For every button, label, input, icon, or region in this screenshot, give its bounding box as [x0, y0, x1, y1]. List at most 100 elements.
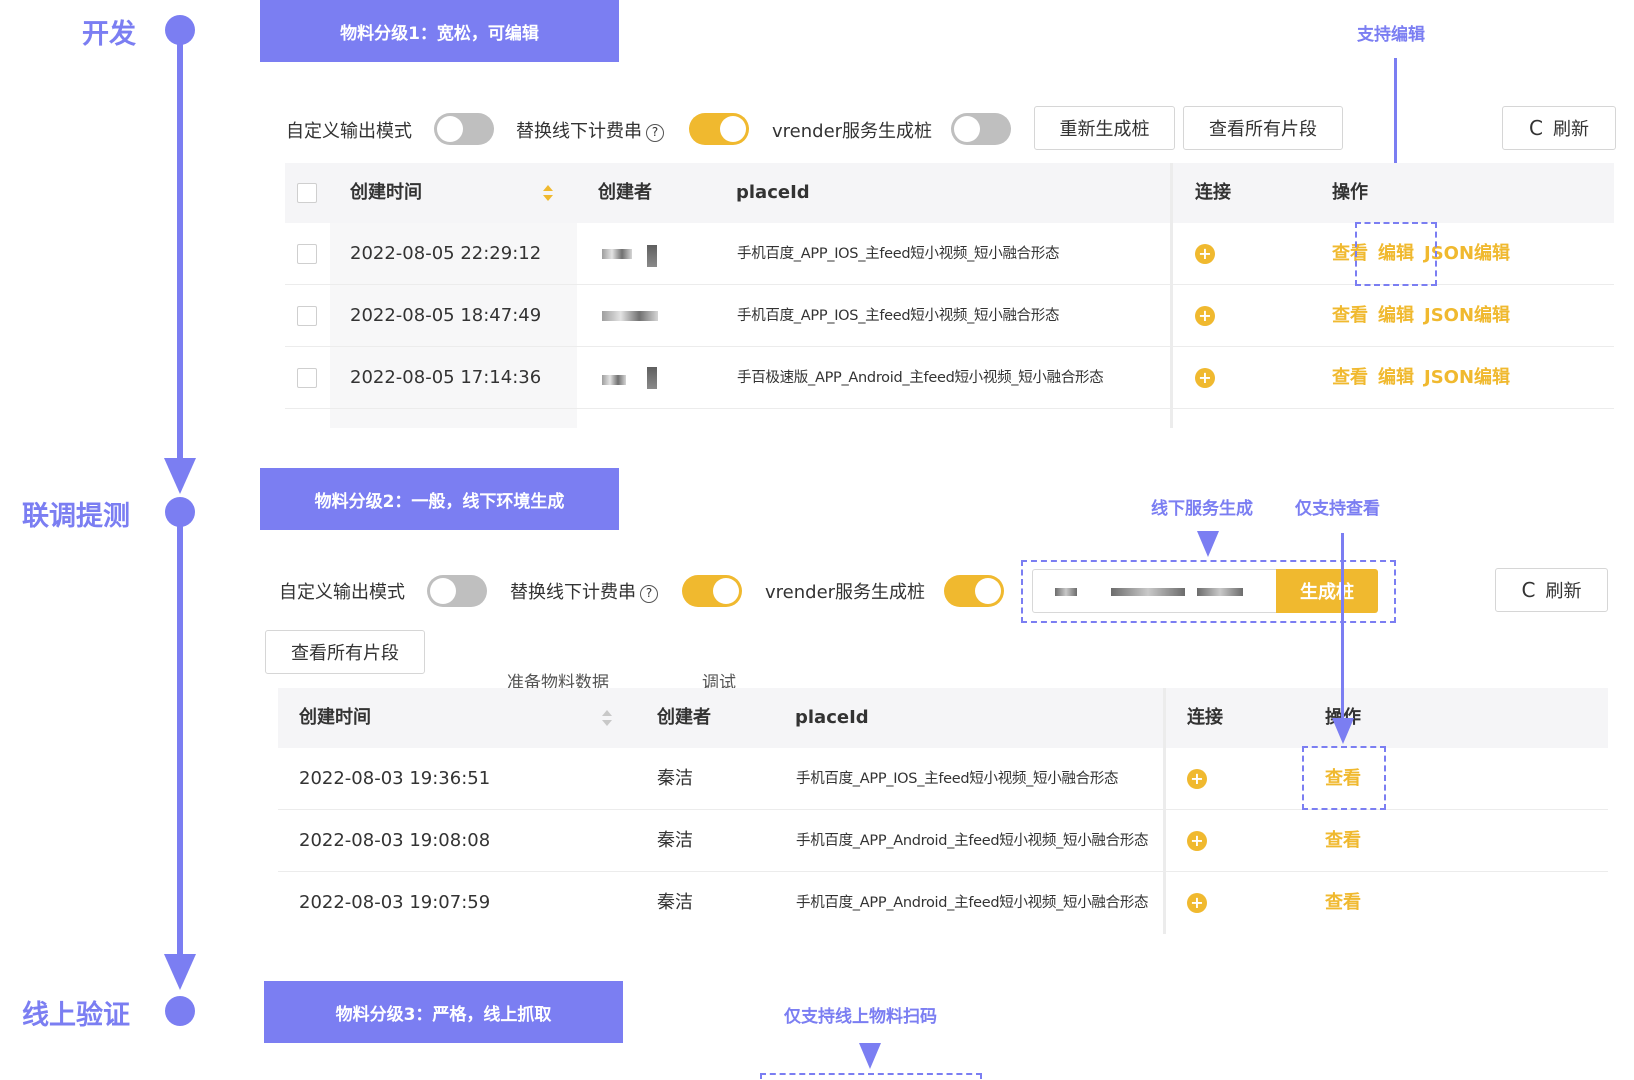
row-checkbox[interactable]	[297, 306, 317, 326]
vrender-label-1: vrender服务生成桩	[772, 121, 933, 142]
row-checkbox[interactable]	[297, 368, 317, 388]
creator-avatar	[647, 245, 657, 267]
connect-plus-icon[interactable]: +	[1195, 368, 1215, 388]
created-time-cell: 2022-08-05 17:14:36	[350, 367, 542, 388]
replace-billing-switch-2[interactable]	[682, 575, 742, 607]
anno-online-scan-only: 仅支持线上物料扫码	[784, 1007, 937, 1027]
edit-action[interactable]: 编辑	[1378, 347, 1414, 409]
help-icon[interactable]: ?	[640, 585, 658, 603]
edit-highlight-box	[1355, 222, 1437, 286]
th-placeid: placeId	[795, 707, 869, 728]
placeid-cell: 手机百度_APP_IOS_主feed短小视频_短小融合形态	[737, 246, 1060, 262]
connect-plus-icon[interactable]: +	[1187, 769, 1207, 789]
anno-support-edit: 支持编辑	[1357, 25, 1425, 45]
timeline-arrow-2	[164, 954, 196, 990]
table-row: 2022-08-03 19:08:08 秦洁 手机百度_APP_Android_…	[278, 810, 1608, 872]
connect-plus-icon[interactable]: +	[1187, 893, 1207, 913]
timeline-arrow-1	[164, 458, 196, 494]
creator-avatar	[647, 367, 657, 389]
creator-avatar	[602, 375, 626, 385]
anno-offline-generate-arrow	[1197, 531, 1219, 557]
replace-billing-label-1: 替换线下计费串?	[516, 117, 664, 143]
anno-view-only-arrow	[1332, 718, 1354, 744]
timeline-dot-online	[165, 996, 195, 1026]
replace-billing-label-2: 替换线下计费串?	[510, 578, 658, 604]
view-highlight-box	[1302, 746, 1386, 810]
creator-cell: 秦洁	[657, 830, 693, 851]
creator-cell: 秦洁	[657, 892, 693, 913]
table-row: 2022-08-05 17:14:36 手百极速版_APP_Android_主f…	[285, 347, 1614, 409]
refresh-button-1[interactable]: C 刷新	[1502, 106, 1616, 150]
placeid-cell: 手机百度_APP_Android_主feed短小视频_短小融合形态	[796, 895, 1149, 911]
th-connect: 连接	[1195, 182, 1231, 203]
help-icon[interactable]: ?	[646, 124, 664, 142]
sort-icon[interactable]	[543, 185, 553, 201]
stage-label-online: 线上验证	[22, 1000, 130, 1031]
json-edit-action[interactable]: JSON编辑	[1424, 285, 1510, 347]
custom-output-switch-1[interactable]	[434, 113, 494, 145]
placeid-cell: 手机百度_APP_Android_主feed短小视频_短小融合形态	[796, 833, 1149, 849]
creator-avatar	[602, 249, 632, 259]
refresh-icon: C	[1529, 116, 1543, 140]
table-row: 2022-08-03 19:36:51 秦洁 手机百度_APP_IOS_主fee…	[278, 748, 1608, 810]
th-placeid: placeId	[736, 182, 810, 203]
select-all-checkbox[interactable]	[297, 183, 317, 203]
placeid-cell: 手机百度_APP_IOS_主feed短小视频_短小融合形态	[796, 771, 1119, 787]
view-all-segments-button-1[interactable]: 查看所有片段	[1183, 106, 1343, 150]
table2-header: 创建时间 创建者 placeId 连接 操作	[278, 688, 1608, 748]
refresh-icon: C	[1521, 578, 1536, 602]
created-time-cell: 2022-08-05 18:47:49	[350, 305, 542, 326]
placeid-cell: 手百极速版_APP_Android_主feed短小视频_短小融合形态	[737, 370, 1104, 386]
anno-view-only-line	[1341, 533, 1344, 723]
scan-highlight-box	[760, 1073, 982, 1080]
connect-plus-icon[interactable]: +	[1195, 244, 1215, 264]
placeid-cell: 手机百度_APP_IOS_主feed短小视频_短小融合形态	[737, 308, 1060, 324]
timeline-line-2	[177, 522, 183, 956]
view-action[interactable]: 查看	[1332, 285, 1368, 347]
edit-action[interactable]: 编辑	[1378, 285, 1414, 347]
th-created-time: 创建时间	[350, 182, 422, 203]
custom-output-switch-2[interactable]	[427, 575, 487, 607]
vrender-switch-1[interactable]	[951, 113, 1011, 145]
view-action[interactable]: 查看	[1325, 872, 1361, 934]
vrender-switch-2[interactable]	[944, 575, 1004, 607]
table-row: 2022-08-03 19:07:59 秦洁 手机百度_APP_Android_…	[278, 872, 1608, 934]
generate-highlight-box	[1021, 560, 1396, 623]
anno-view-only: 仅支持查看	[1295, 499, 1380, 519]
view-action[interactable]: 查看	[1332, 347, 1368, 409]
anno-online-scan-arrow	[859, 1043, 881, 1069]
anno-offline-generate: 线下服务生成	[1151, 499, 1253, 519]
replace-billing-switch-1[interactable]	[689, 113, 749, 145]
table-row: 2022-08-05 18:47:49 手机百度_APP_IOS_主feed短小…	[285, 285, 1614, 347]
level3-banner: 物料分级3：严格，线上抓取	[264, 981, 623, 1043]
created-time-cell: 2022-08-03 19:08:08	[299, 830, 491, 851]
view-all-segments-button-2[interactable]: 查看所有片段	[265, 630, 425, 674]
custom-output-label-1: 自定义输出模式	[286, 121, 412, 142]
created-time-cell: 2022-08-03 19:36:51	[299, 768, 491, 789]
sort-icon[interactable]	[602, 710, 612, 726]
creator-avatar	[602, 311, 658, 321]
view-action[interactable]: 查看	[1325, 810, 1361, 872]
json-edit-action[interactable]: JSON编辑	[1424, 347, 1510, 409]
th-creator: 创建者	[598, 182, 652, 203]
th-actions: 操作	[1332, 182, 1368, 203]
creator-cell: 秦洁	[657, 768, 693, 789]
row-checkbox[interactable]	[297, 244, 317, 264]
created-time-cell: 2022-08-03 19:07:59	[299, 892, 491, 913]
th-connect: 连接	[1187, 707, 1223, 728]
stage-label-dev: 开发	[82, 19, 136, 50]
vrender-label-2: vrender服务生成桩	[765, 582, 926, 603]
table1-header: 创建时间 创建者 placeId 连接 操作	[285, 163, 1614, 223]
level2-banner: 物料分级2：一般，线下环境生成	[260, 468, 619, 530]
stage-label-integration: 联调提测	[22, 501, 130, 532]
connect-plus-icon[interactable]: +	[1187, 831, 1207, 851]
connect-plus-icon[interactable]: +	[1195, 306, 1215, 326]
refresh-button-2[interactable]: C 刷新	[1495, 568, 1608, 612]
custom-output-label-2: 自定义输出模式	[279, 582, 405, 603]
th-creator: 创建者	[657, 707, 711, 728]
level1-banner: 物料分级1：宽松，可编辑	[260, 0, 619, 62]
regen-stub-button[interactable]: 重新生成桩	[1034, 106, 1175, 150]
created-time-cell: 2022-08-05 22:29:12	[350, 243, 542, 264]
th-created-time: 创建时间	[299, 707, 371, 728]
timeline-line-1	[177, 40, 183, 460]
